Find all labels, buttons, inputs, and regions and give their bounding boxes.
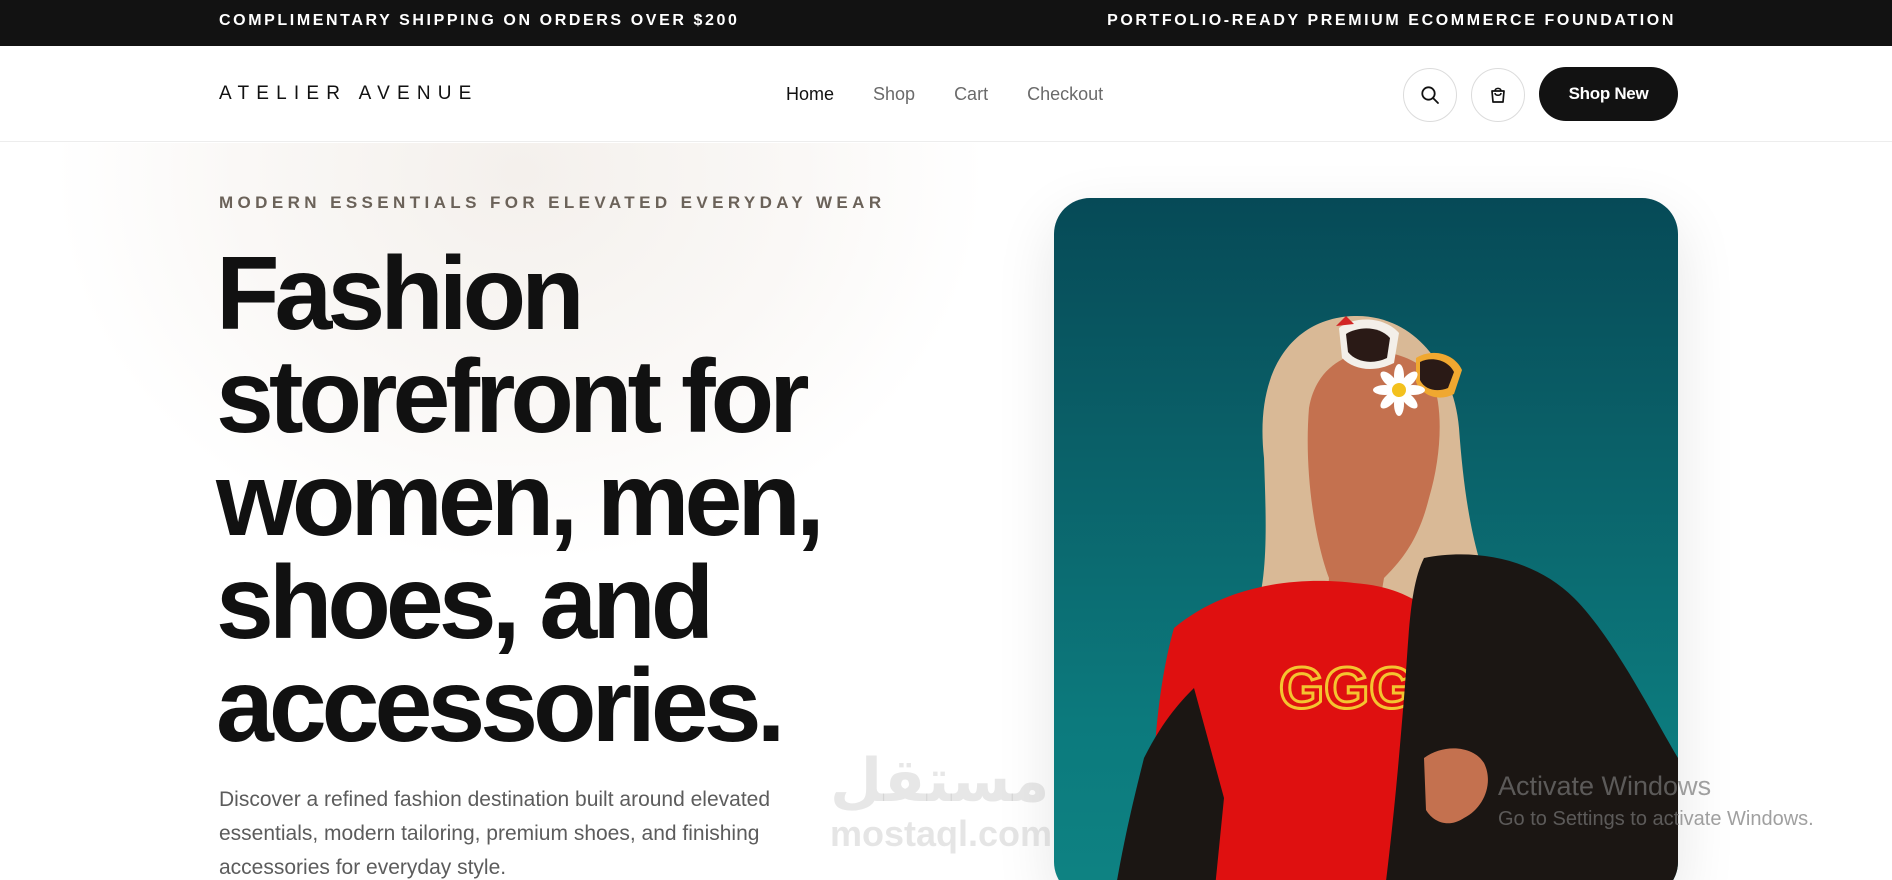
announcement-bar: COMPLIMENTARY SHIPPING ON ORDERS OVER $2… [0, 0, 1892, 46]
watermark-latin: mostaql.com [830, 813, 1053, 854]
watermark-arabic: مستقل [830, 746, 1050, 816]
hero-eyebrow: MODERN ESSENTIALS FOR ELEVATED EVERYDAY … [219, 193, 886, 212]
headline-line: Fashion [216, 236, 585, 352]
nav-checkout[interactable]: Checkout [1027, 84, 1103, 105]
cart-button[interactable] [1471, 68, 1525, 122]
subtitle-line: essentials, modern tailoring, premium sh… [219, 822, 760, 845]
brand-logo[interactable]: ATELIER AVENUE [219, 46, 479, 142]
headline-line: storefront for [216, 339, 810, 455]
site-header: ATELIER AVENUE Home Shop Cart Checkout S… [0, 46, 1892, 142]
nav-cart[interactable]: Cart [954, 84, 988, 105]
nav-shop[interactable]: Shop [873, 84, 915, 105]
shopping-bag-icon [1491, 87, 1505, 103]
nav-home[interactable]: Home [786, 84, 834, 105]
windows-activation-subtitle: Go to Settings to activate Windows. [1498, 808, 1814, 830]
hero-subtitle: Discover a refined fashion destination b… [219, 783, 819, 880]
headline-line: accessories. [216, 648, 786, 764]
windows-activation-title: Activate Windows [1498, 771, 1712, 801]
headline-line: shoes, and [216, 545, 714, 661]
announcement-shipping: COMPLIMENTARY SHIPPING ON ORDERS OVER $2… [219, 12, 740, 29]
subtitle-line: accessories for everyday style. [219, 856, 507, 879]
headline-line: women, men, [216, 442, 825, 558]
search-button[interactable] [1403, 68, 1457, 122]
shop-new-button[interactable]: Shop New [1539, 67, 1678, 121]
hero-headline: Fashion storefront for women, men, shoes… [216, 236, 836, 764]
main-nav: Home Shop Cart Checkout [786, 46, 1142, 142]
announcement-tagline: PORTFOLIO-READY PREMIUM ECOMMERCE FOUNDA… [1107, 12, 1676, 29]
subtitle-line: Discover a refined fashion destination b… [219, 788, 771, 811]
svg-text:GGG: GGG [1279, 656, 1414, 721]
search-icon [1421, 86, 1439, 104]
